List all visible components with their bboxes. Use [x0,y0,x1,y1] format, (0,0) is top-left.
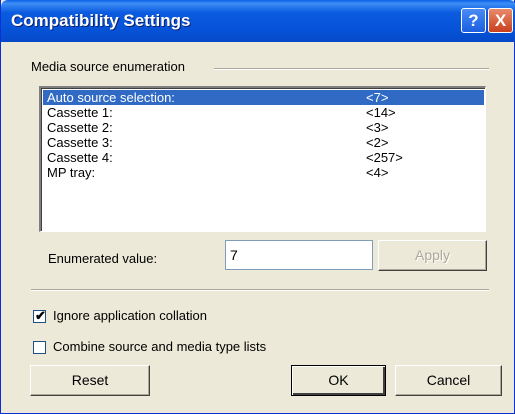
close-button[interactable]: X [488,8,513,33]
compatibility-settings-dialog: Compatibility Settings ? X Media source … [0,0,515,414]
help-button[interactable]: ? [461,8,486,33]
window-title: Compatibility Settings [11,11,191,30]
checkmark-icon: ✔ [35,308,46,323]
cancel-button[interactable]: Cancel [395,365,502,396]
enumerated-value-label: Enumerated value: [48,251,158,266]
list-item-value: <7> [366,90,389,105]
list-item-value: <3> [366,120,389,135]
list-item-auto-source[interactable]: Auto source selection: <7> [43,90,484,105]
combine-lists-label[interactable]: Combine source and media type lists [53,339,266,354]
close-icon: X [494,11,507,30]
list-item-value: <257> [366,150,403,165]
apply-button[interactable]: Apply [378,240,487,271]
separator [31,289,489,291]
list-item-name: MP tray: [47,165,96,180]
reset-button[interactable]: Reset [30,365,150,396]
list-item-cassette-1[interactable]: Cassette 1: <14> [43,105,484,120]
ok-button[interactable]: OK [291,365,386,396]
list-item-cassette-3[interactable]: Cassette 3: <2> [43,135,484,150]
list-item-name: Cassette 3: [47,135,113,150]
question-mark-icon: ? [468,11,479,30]
list-item-name: Cassette 1: [47,105,113,120]
list-item-value: <2> [366,135,389,150]
ignore-collation-checkbox[interactable]: ✔ [33,308,46,323]
ignore-collation-label[interactable]: Ignore application collation [53,308,207,323]
title-bar[interactable]: Compatibility Settings ? X [1,0,515,42]
combine-lists-checkbox[interactable] [33,341,46,354]
list-item-name: Cassette 4: [47,150,113,165]
list-item-cassette-4[interactable]: Cassette 4: <257> [43,150,484,165]
group-divider [214,68,489,70]
enumerated-value-input[interactable] [225,240,373,270]
list-item-value: <14> [366,105,396,120]
media-source-group-label: Media source enumeration [31,59,185,74]
media-source-listbox[interactable]: Auto source selection: <7> Cassette 1: <… [39,86,486,232]
list-item-cassette-2[interactable]: Cassette 2: <3> [43,120,484,135]
list-item-mp-tray[interactable]: MP tray: <4> [43,165,484,180]
list-item-name: Cassette 2: [47,120,113,135]
list-item-name: Auto source selection: [47,90,175,105]
list-item-value: <4> [366,165,389,180]
